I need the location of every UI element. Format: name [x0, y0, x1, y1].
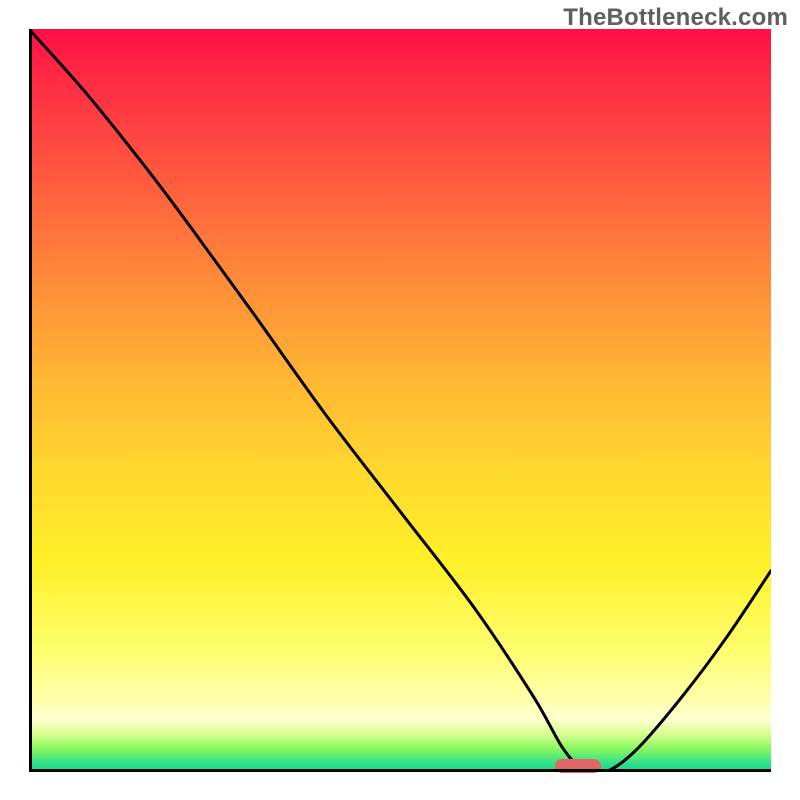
chart-canvas: TheBottleneck.com	[0, 0, 800, 800]
bottleneck-curve	[29, 29, 771, 771]
curve-layer	[29, 29, 771, 771]
y-axis	[29, 29, 32, 771]
watermark-text: TheBottleneck.com	[563, 4, 788, 32]
plot-area	[29, 29, 771, 771]
x-axis	[29, 769, 771, 772]
